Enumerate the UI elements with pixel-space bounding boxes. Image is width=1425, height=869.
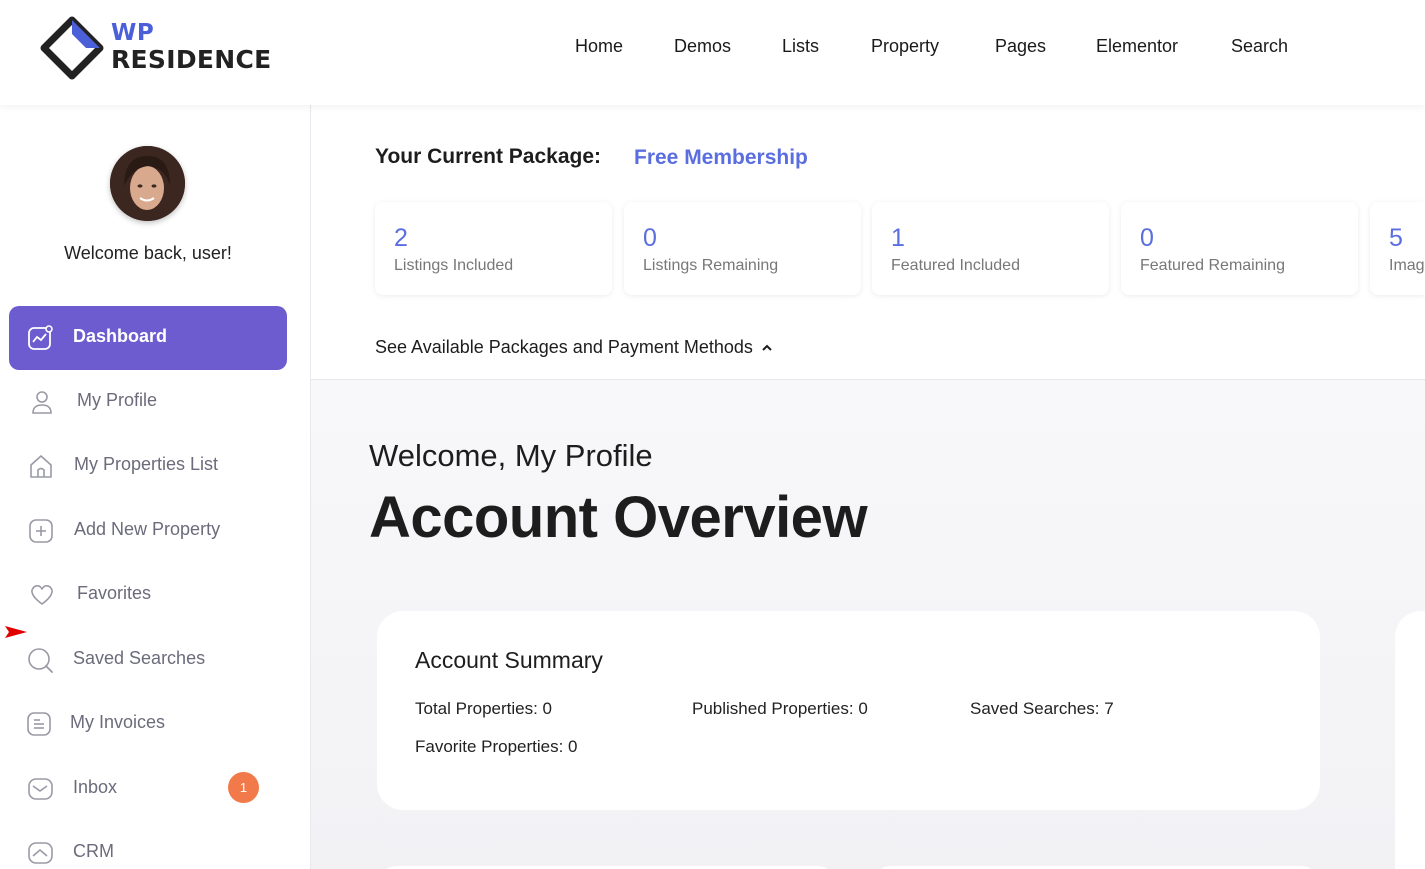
stat-card-listings-remaining: 0 Listings Remaining xyxy=(624,202,861,295)
welcome-heading: Welcome, My Profile xyxy=(369,438,653,473)
stat-value: 1 xyxy=(891,224,905,252)
stat-label: Listings Remaining xyxy=(643,257,779,274)
dashboard-chart-icon xyxy=(28,325,53,350)
chevron-up-icon xyxy=(762,344,772,351)
sidebar-item-my-invoices[interactable]: My Invoices xyxy=(9,692,287,756)
account-summary-card: Account Summary Total Properties: 0 Publ… xyxy=(377,611,1320,810)
stat-card-listings-included: 2 Listings Included xyxy=(375,202,612,295)
plus-square-icon xyxy=(29,519,53,543)
avatar[interactable] xyxy=(110,146,185,221)
sidebar-item-favorites[interactable]: Favorites xyxy=(9,563,287,627)
stat-label: Images xyxy=(1389,257,1425,274)
available-packages-label: See Available Packages and Payment Metho… xyxy=(375,337,753,357)
stat-value: 0 xyxy=(643,224,657,252)
nav-home[interactable]: Home xyxy=(575,36,623,57)
search-icon xyxy=(28,648,53,673)
user-icon xyxy=(32,391,52,414)
stat-card-featured-included: 1 Featured Included xyxy=(872,202,1109,295)
crm-icon xyxy=(28,842,53,864)
stat-value: 2 xyxy=(394,224,408,252)
published-properties-stat: Published Properties: 0 xyxy=(692,699,868,718)
stat-label: Featured Remaining xyxy=(1140,257,1285,274)
sidebar-item-my-profile[interactable]: My Profile xyxy=(9,370,287,434)
account-overview-section: Welcome, My Profile Account Overview Acc… xyxy=(311,380,1425,869)
sidebar-item-label: Dashboard xyxy=(73,326,168,346)
invoice-icon xyxy=(27,712,51,736)
heart-icon xyxy=(31,585,53,605)
stat-card-images: 5 Images xyxy=(1370,202,1425,295)
inbox-unread-badge: 1 xyxy=(228,772,259,803)
stat-label: Listings Included xyxy=(394,257,514,274)
sidebar-item-label: My Properties List xyxy=(74,454,219,474)
nav-elementor[interactable]: Elementor xyxy=(1096,36,1178,57)
account-summary-heading: Account Summary xyxy=(415,647,603,673)
available-packages-link[interactable]: See Available Packages and Payment Metho… xyxy=(375,337,772,358)
red-arrow-pointer-icon xyxy=(5,626,27,638)
sidebar-item-crm[interactable]: CRM xyxy=(9,821,287,869)
sidebar-item-label: My Profile xyxy=(77,390,158,410)
avatar-portrait-icon xyxy=(110,146,185,221)
top-header: WP RESIDENCE Home Demos Lists Property P… xyxy=(0,0,1425,105)
main-nav: Home Demos Lists Property Pages Elemento… xyxy=(0,36,1425,60)
package-title: Your Current Package: xyxy=(375,145,602,168)
nav-lists[interactable]: Lists xyxy=(782,36,819,57)
nav-property[interactable]: Property xyxy=(871,36,939,57)
nav-search[interactable]: Search xyxy=(1231,36,1288,57)
nav-pages[interactable]: Pages xyxy=(995,36,1046,57)
sidebar-item-label: Saved Searches xyxy=(73,648,206,668)
total-properties-stat: Total Properties: 0 xyxy=(415,699,553,718)
welcome-user-text: Welcome back, user! xyxy=(64,243,232,263)
sidebar-item-label: My Invoices xyxy=(70,712,166,732)
stat-value: 5 xyxy=(1389,224,1403,252)
package-panel: Your Current Package: Free Membership 2 … xyxy=(311,105,1425,380)
secondary-card-partial xyxy=(1395,611,1425,869)
favorite-properties-stat: Favorite Properties: 0 xyxy=(415,737,578,756)
page-title: Account Overview xyxy=(369,485,868,550)
dashboard-sidebar: Welcome back, user! Dashboard My Profile… xyxy=(0,105,311,869)
mail-icon xyxy=(28,778,53,800)
sidebar-item-label: Add New Property xyxy=(74,519,221,539)
sidebar-item-my-properties[interactable]: My Properties List xyxy=(9,434,287,498)
home-icon xyxy=(30,455,52,478)
sidebar-item-dashboard[interactable]: Dashboard xyxy=(9,306,287,370)
stat-label: Featured Included xyxy=(891,257,1020,274)
stat-card-featured-remaining: 0 Featured Remaining xyxy=(1121,202,1358,295)
sidebar-item-saved-searches[interactable]: Saved Searches xyxy=(9,628,287,692)
sidebar-item-add-new-property[interactable]: Add New Property xyxy=(9,499,287,563)
sidebar-item-label: Favorites xyxy=(77,583,152,603)
package-name[interactable]: Free Membership xyxy=(634,146,808,170)
sidebar-item-label: CRM xyxy=(73,841,114,861)
nav-demos[interactable]: Demos xyxy=(674,36,731,57)
stat-value: 0 xyxy=(1140,224,1154,252)
saved-searches-stat: Saved Searches: 7 xyxy=(970,699,1114,718)
dashboard-main: Your Current Package: Free Membership 2 … xyxy=(311,105,1425,869)
sidebar-item-label: Inbox xyxy=(73,777,118,797)
